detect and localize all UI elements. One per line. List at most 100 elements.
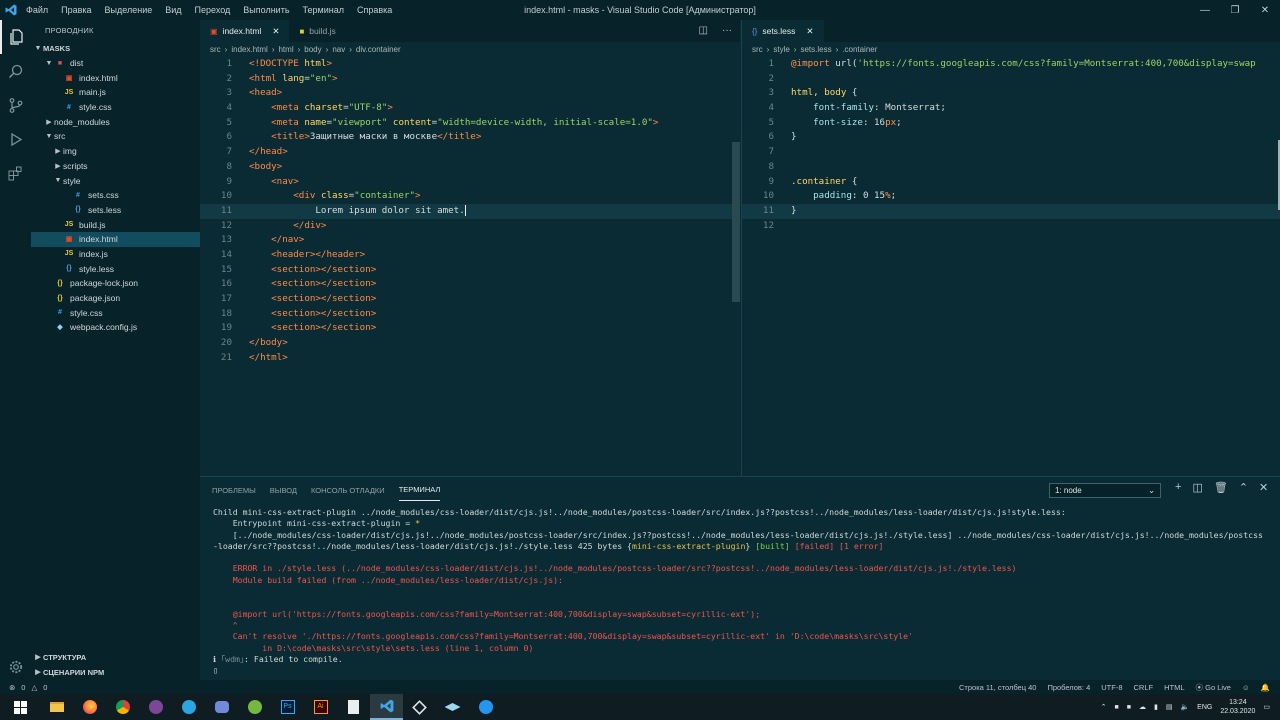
menu-item[interactable]: Выделение [105,5,153,15]
code-area[interactable]: 1 <!DOCTYPE html> 2 <html lang="en"> 3 <head>… [200,57,740,365]
input-language[interactable]: ENG [1197,704,1212,711]
settings-gear-icon[interactable] [0,650,31,684]
breadcrumb-item[interactable]: src [752,45,763,54]
code-line[interactable]: 14 <header></header> [200,248,740,263]
code-line[interactable]: 19 <section></section> [200,321,740,336]
tree-file[interactable]: ▣ index.html [31,231,200,247]
split-editor-icon[interactable]: ◫ [699,25,708,36]
code-line[interactable]: 1 <!DOCTYPE html> [200,57,740,72]
search-icon[interactable] [0,54,31,88]
feedback-icon[interactable]: ☺ [1242,683,1250,692]
code-line[interactable]: 6} [742,130,1280,145]
code-line[interactable]: 6 <title>Защитные маски в москве</title> [200,130,740,145]
tree-file[interactable]: {} package-lock.json [31,276,200,291]
problems-indicator[interactable]: ⊗ 0 △ 0 [0,683,47,692]
tree-file[interactable]: JS build.js [31,217,200,232]
indentation[interactable]: Пробелов: 4 [1047,683,1090,692]
menu-item[interactable]: Выполнить [243,5,289,15]
panel-tab[interactable]: ТЕРМИНАЛ [398,479,441,501]
illustrator-app-icon[interactable]: Ai [304,694,337,720]
tab-build-js[interactable]: ■ build.js [289,20,345,42]
minimize-icon[interactable]: — [1190,0,1220,20]
npm-scripts-section[interactable]: ▶ СЦЕНАРИИ NPM [31,665,200,680]
code-line[interactable]: 5 font-size: 16px; [742,116,1280,131]
code-line[interactable]: 3 <head> [200,86,740,101]
menu-item[interactable]: Правка [61,5,91,15]
breadcrumb-item[interactable]: div.container [356,45,401,54]
menu-item[interactable]: Файл [26,5,48,15]
encoding[interactable]: UTF-8 [1101,683,1122,692]
panel-tab[interactable]: ВЫВОД [270,480,297,501]
workspace-root[interactable]: ▼ MASKS [31,41,200,56]
tree-folder[interactable]: ▶ node_modules [31,114,200,129]
code-line[interactable]: 8 [742,160,1280,175]
code-line[interactable]: 21 </html> [200,351,740,366]
terminal-output[interactable]: Child mini-css-extract-plugin ../node_mo… [213,507,1263,676]
menu-item[interactable]: Вид [165,5,181,15]
explorer-icon[interactable] [0,20,31,54]
telegram-app-icon[interactable] [172,694,205,720]
kite-app-icon[interactable] [436,694,469,720]
code-line[interactable]: 16 <section></section> [200,277,740,292]
tree-file[interactable]: {} sets.less [31,203,200,218]
tree-file[interactable]: JS main.js [31,85,200,100]
outline-section[interactable]: ▶ СТРУКТУРА [31,650,200,665]
code-line[interactable]: 4 <meta charset="UTF-8"> [200,101,740,116]
code-line[interactable]: 13 </nav> [200,233,740,248]
new-terminal-icon[interactable]: + [1175,481,1181,494]
virtualbox-app-icon[interactable] [403,694,436,720]
menu-item[interactable]: Переход [195,5,231,15]
tree-folder[interactable]: ▼ ■ dist [31,56,200,71]
tree-file[interactable]: # sets.css [31,188,200,203]
code-area[interactable]: 1 @import url('https://fonts.googleapis.c… [742,57,1280,233]
cloud-icon[interactable]: ☁ [1139,703,1146,711]
breadcrumb-item[interactable]: sets.less [800,45,831,54]
tree-file[interactable]: # style.css [31,100,200,115]
line-ending[interactable]: CRLF [1134,683,1154,692]
utorrent-app-icon[interactable] [238,694,271,720]
breadcrumb-item[interactable]: html [278,45,293,54]
source-control-icon[interactable] [0,88,31,122]
code-line[interactable]: 9 .container { [742,175,1280,190]
panel-tab[interactable]: ПРОБЛЕМЫ [212,480,256,501]
firefox-app-icon[interactable] [73,694,106,720]
language-mode[interactable]: HTML [1164,683,1184,692]
docker-app-icon[interactable] [469,694,502,720]
code-line[interactable]: 11} [742,203,1280,219]
tree-folder[interactable]: ▶ img [31,144,200,159]
photoshop-app-icon[interactable]: Ps [271,694,304,720]
code-line[interactable]: 11 Lorem ipsum dolor sit amet. [200,203,740,219]
code-line[interactable]: 12 [742,219,1280,234]
breadcrumb-item[interactable]: body [304,45,321,54]
tree-folder[interactable]: ▼ style [31,173,200,188]
breadcrumb-item[interactable]: src [210,45,221,54]
more-actions-icon[interactable]: ··· [722,25,732,36]
breadcrumb-item[interactable]: .container [842,45,877,54]
tree-file[interactable]: ▣ index.html [31,70,200,85]
code-line[interactable]: 18 <section></section> [200,307,740,322]
tab-index-html[interactable]: ▣ index.html ✕ [200,20,290,42]
tray-app-icon[interactable]: ■ [1114,704,1118,711]
notifications-icon[interactable]: ▭ [1263,703,1270,711]
vertical-scrollbar[interactable] [732,142,740,302]
close-panel-icon[interactable]: ✕ [1259,481,1268,494]
code-line[interactable]: 10 <div class="container"> [200,189,740,204]
code-line[interactable]: 10 padding: 0 15%; [742,189,1280,204]
discord-app-icon[interactable] [205,694,238,720]
volume-icon[interactable]: 🔈 [1180,703,1189,711]
menu-item[interactable]: Справка [357,5,392,15]
close-icon[interactable]: ✕ [1250,0,1280,20]
code-line[interactable]: 3 html, body { [742,86,1280,101]
clock[interactable]: 13:24 22.03.2020 [1220,698,1255,716]
extensions-icon[interactable] [0,156,31,190]
tree-file[interactable]: ◆ webpack.config.js [31,320,200,335]
tray-app-icon[interactable]: ■ [1127,704,1131,711]
code-line[interactable]: 4 font-family: Montserrat; [742,101,1280,116]
panel-tab[interactable]: КОНСОЛЬ ОТЛАДКИ [311,480,385,501]
tree-folder[interactable]: ▶ scripts [31,159,200,174]
code-line[interactable]: 1 @import url('https://fonts.googleapis.c… [742,57,1280,72]
tree-file[interactable]: JS index.js [31,247,200,262]
windows-start-icon[interactable] [0,694,40,720]
close-tab-icon[interactable]: ✕ [272,26,279,37]
code-line[interactable]: 15 <section></section> [200,263,740,278]
